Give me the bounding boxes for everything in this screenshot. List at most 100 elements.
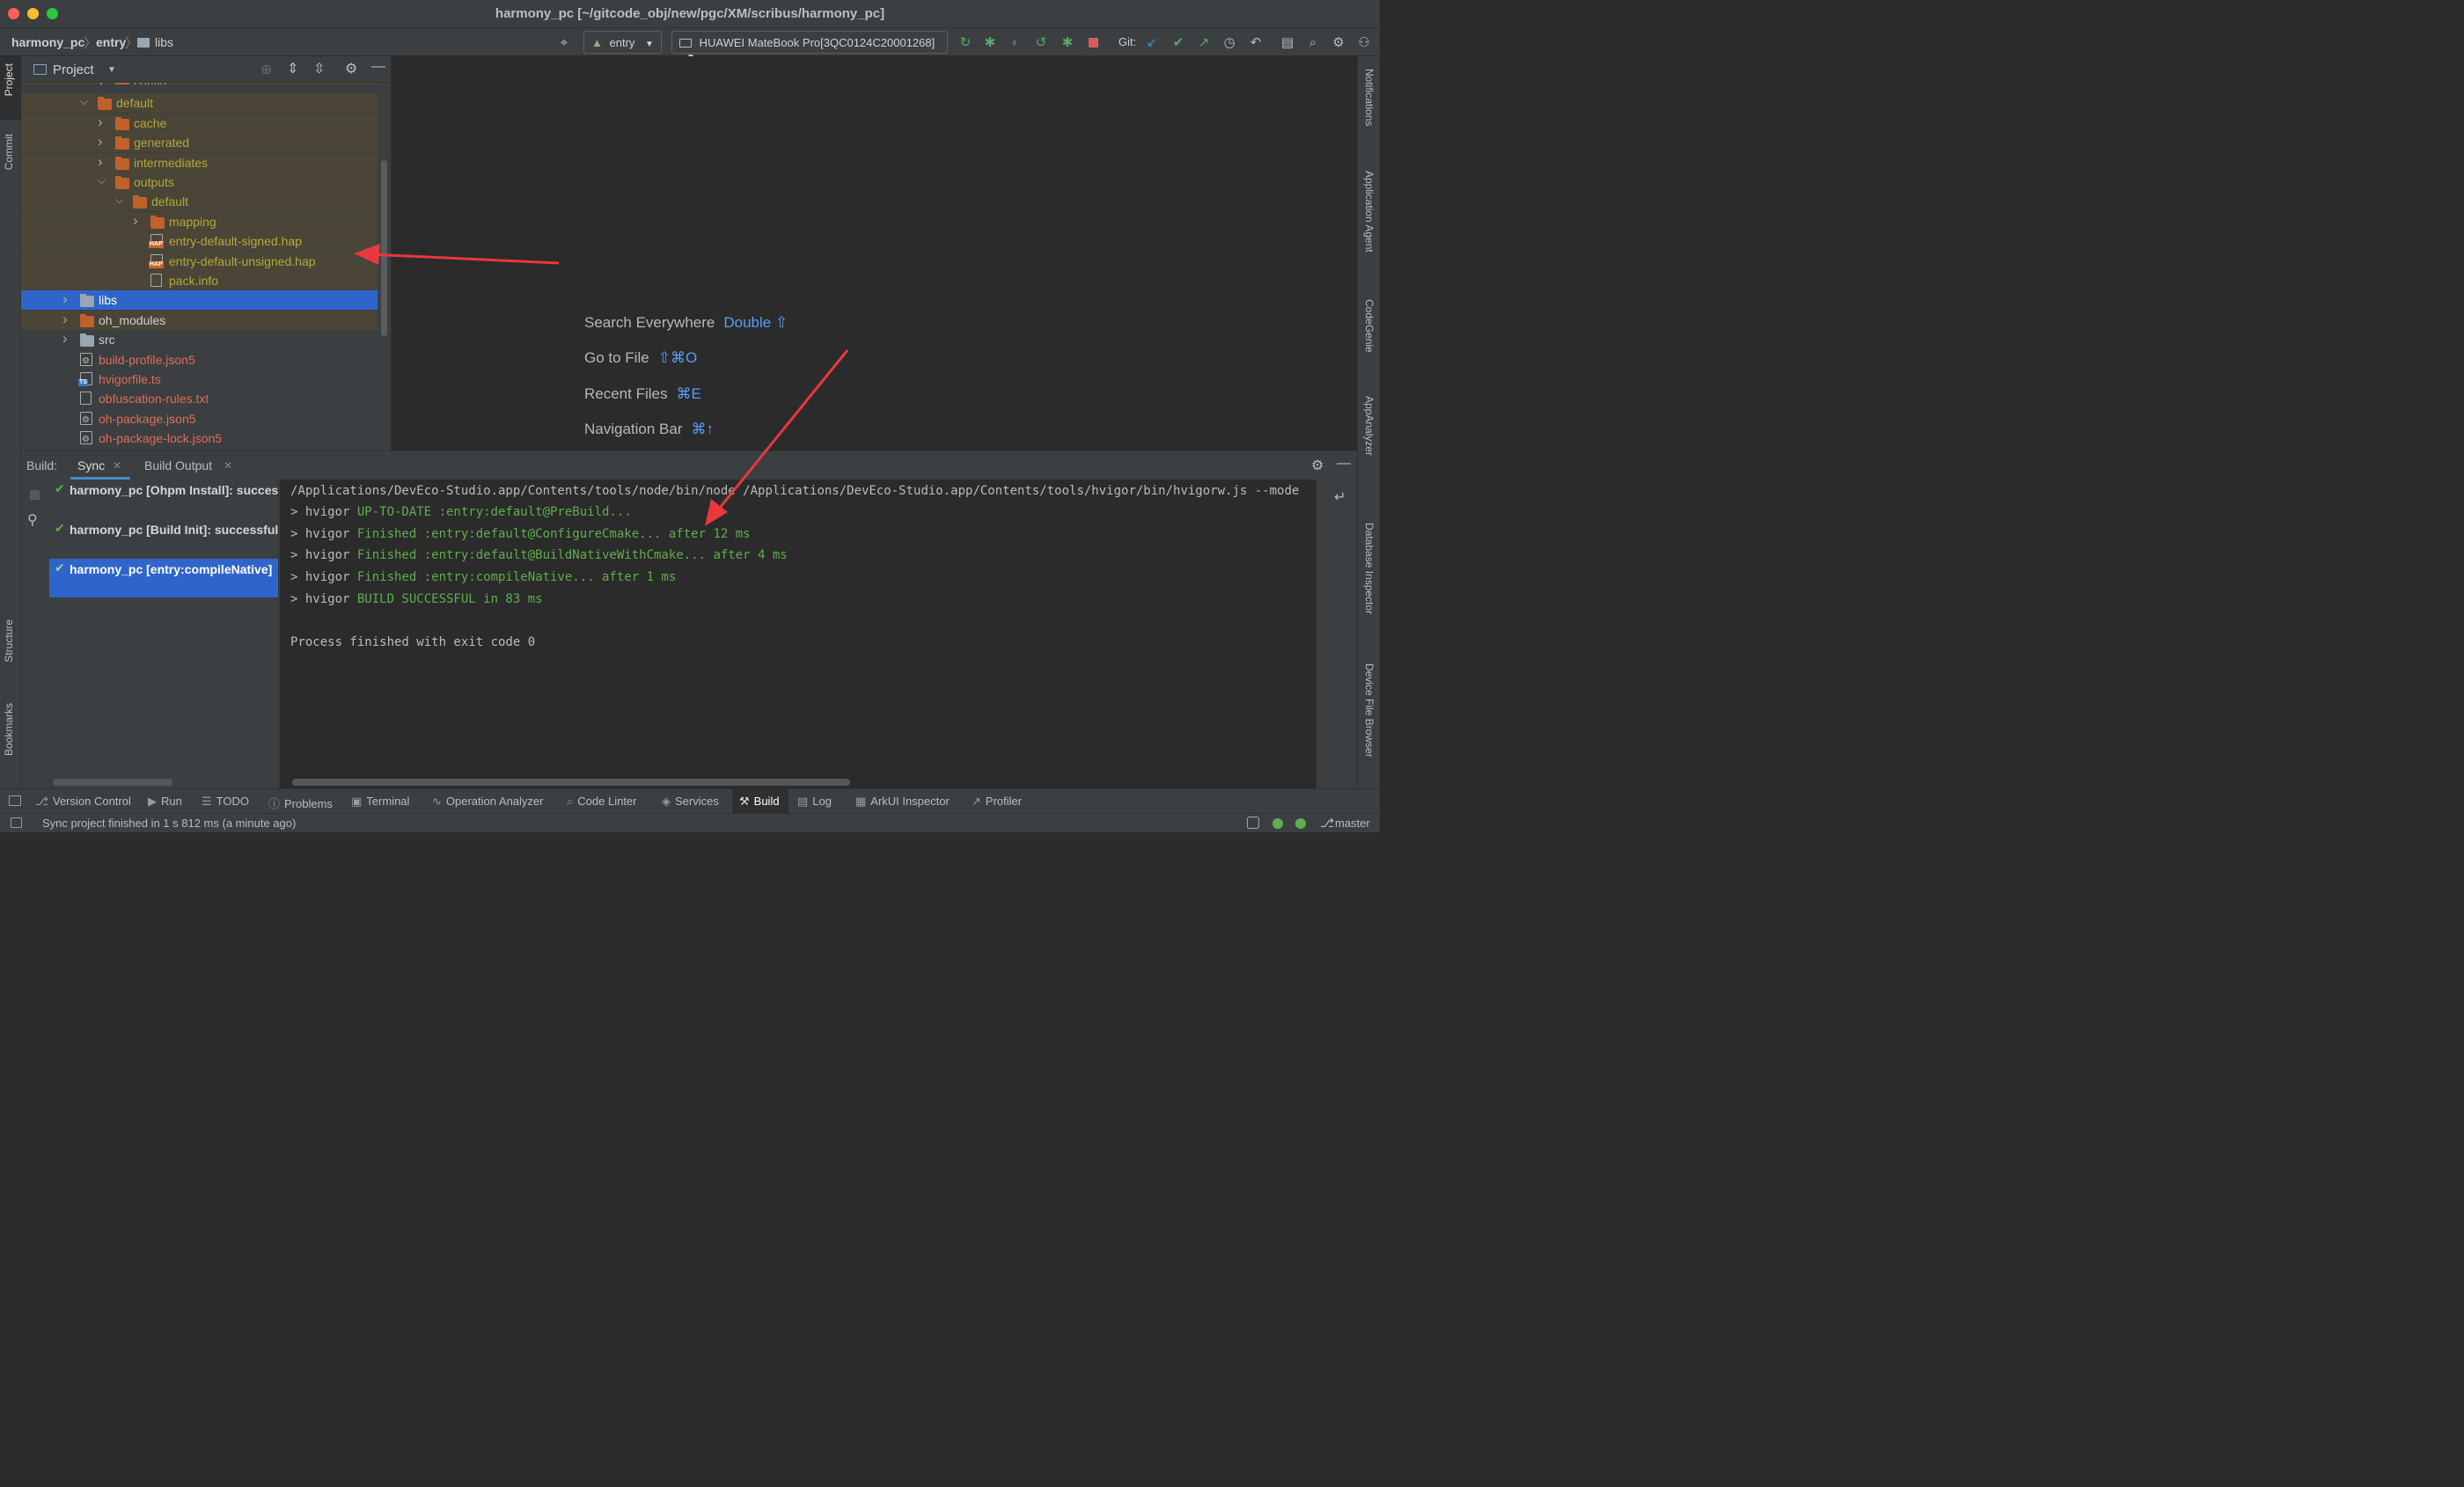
status-message[interactable]: Sync project finished in 1 s 812 ms (a m… (42, 817, 296, 830)
breadcrumb-folder[interactable]: libs (155, 35, 173, 49)
tab-arkui-inspector[interactable]: ▦ ArkUI Inspector (855, 795, 950, 809)
git-push-icon[interactable]: ↗ (1196, 34, 1212, 50)
gear-icon[interactable]: ⚙ (1331, 34, 1346, 50)
breadcrumb-module[interactable]: entry (96, 35, 126, 49)
tree-item-oh-modules[interactable]: › oh_modules (21, 310, 378, 330)
chevron-right-icon[interactable]: › (133, 211, 143, 231)
tree-item-libs[interactable]: › libs (21, 289, 378, 311)
search-icon[interactable]: ⌕ (1305, 34, 1321, 50)
tab-services[interactable]: ◈ Services (662, 795, 719, 809)
tree-item-default[interactable]: ⌵ default (21, 92, 378, 114)
rollback-icon[interactable]: ↶ (1248, 34, 1264, 50)
project-view-select[interactable]: Project (53, 62, 94, 77)
hide-panel-icon[interactable]: — (371, 59, 385, 75)
codegenie-tool-label[interactable]: CodeGenie (1363, 299, 1375, 353)
status-panel-icon[interactable] (11, 817, 22, 828)
collapse-all-icon[interactable]: ⇳ (313, 60, 325, 77)
rerun-icon[interactable]: ↻ (957, 34, 973, 50)
panel-toggle-icon[interactable] (9, 795, 21, 806)
expand-all-icon[interactable]: ⇕ (287, 60, 298, 77)
tree-item-pack-info[interactable]: pack.info (21, 271, 378, 290)
chevron-right-icon[interactable]: › (62, 310, 73, 329)
tree-item-build-profile-json5[interactable]: ⚙ build-profile.json5 (21, 350, 378, 370)
chevron-right-icon[interactable]: › (62, 289, 73, 309)
database-inspector-tool-label[interactable]: Database Inspector (1363, 523, 1375, 614)
project-structure-icon[interactable]: ▤ (1280, 34, 1295, 50)
device-file-browser-tool-label[interactable]: Device File Browser (1363, 663, 1375, 758)
tree-item-mapping[interactable]: › mapping (21, 211, 378, 231)
locate-target-icon[interactable]: ⌖ (556, 34, 572, 50)
apply-changes-icon[interactable]: ↺ (1033, 34, 1049, 50)
chevron-right-icon[interactable]: › (98, 83, 108, 84)
build-tree-scrollbar[interactable] (53, 779, 172, 786)
git-update-icon[interactable]: ↙ (1144, 34, 1160, 50)
tree-item-config[interactable]: › config (21, 83, 378, 84)
tab-code-linter[interactable]: ⌕ Code Linter (567, 795, 637, 809)
build-tree-item[interactable]: ✔ harmony_pc [Ohpm Install]: successful (49, 480, 278, 518)
chevron-right-icon[interactable]: › (98, 152, 108, 172)
gear-icon[interactable]: ⚙ (1311, 457, 1324, 474)
tree-item-outputs[interactable]: ⌵ outputs (21, 172, 378, 192)
chevron-down-icon[interactable]: ▼ (107, 65, 116, 75)
select-opened-file-icon[interactable]: ⊕ (260, 61, 272, 78)
console-scrollbar[interactable] (292, 779, 850, 786)
stop-icon[interactable] (30, 490, 40, 500)
codegenie-status-icon[interactable] (1247, 817, 1259, 829)
chevron-down-icon[interactable]: ⌵ (98, 171, 108, 190)
tree-item-obfuscation-rules-txt[interactable]: obfuscation-rules.txt (21, 389, 378, 408)
tree-item-cache[interactable]: › cache (21, 113, 378, 133)
run-config-select[interactable]: ▲ entry ▼ (583, 31, 662, 54)
gear-icon[interactable]: ⚙ (345, 60, 357, 77)
attach-debugger-icon[interactable]: ◐ (1008, 34, 1023, 50)
git-commit-icon[interactable]: ✔ (1170, 34, 1186, 50)
debug-icon[interactable]: ✱ (982, 34, 998, 50)
tab-version-control[interactable]: ⎇ Version Control (35, 795, 131, 809)
tab-problems[interactable]: ⓘ Problems (268, 795, 333, 811)
tree-item-entry-default-signed-hap[interactable]: HAP entry-default-signed.hap (21, 231, 378, 252)
soft-wrap-icon[interactable]: ↵ (1334, 488, 1346, 506)
tab-sync[interactable]: Sync ✕ (70, 451, 130, 480)
tree-item-oh-package-lock-json5[interactable]: ⚙ oh-package-lock.json5 (21, 429, 378, 448)
chevron-down-icon[interactable]: ⌵ (115, 190, 126, 209)
tree-item-default[interactable]: ⌵ default (21, 190, 378, 212)
notifications-tool-label[interactable]: Notifications (1363, 69, 1375, 126)
build-tree-item-selected[interactable]: ✔ harmony_pc [entry:compileNative] (49, 559, 278, 597)
project-tree-scrollbar[interactable] (381, 160, 387, 336)
structure-tool-label[interactable]: Structure (3, 619, 15, 663)
build-tree-item[interactable]: ✔ harmony_pc [Build Init]: successful (49, 519, 278, 558)
appanalyzer-tool-label[interactable]: AppAnalyzer (1363, 396, 1375, 456)
tree-item-intermediates[interactable]: › intermediates (21, 152, 378, 172)
tab-log[interactable]: ▤ Log (797, 795, 832, 809)
chevron-right-icon[interactable]: › (98, 132, 108, 151)
close-icon[interactable]: ✕ (224, 459, 232, 472)
tab-operation-analyzer[interactable]: ∿ Operation Analyzer (432, 795, 543, 809)
chevron-right-icon[interactable]: › (62, 329, 73, 348)
tab-terminal[interactable]: ▣ Terminal (351, 795, 409, 809)
commit-tool-label[interactable]: Commit (3, 134, 15, 170)
status-dot-icon[interactable] (1272, 818, 1283, 829)
git-branch[interactable]: master (1335, 817, 1370, 830)
tab-todo[interactable]: ☰ TODO (202, 795, 249, 809)
tab-profiler[interactable]: ↗ Profiler (972, 795, 1022, 809)
bookmarks-tool-label[interactable]: Bookmarks (3, 703, 15, 756)
hide-panel-icon[interactable]: — (1337, 456, 1351, 472)
tab-build[interactable]: ⚒ Build (739, 795, 780, 809)
history-icon[interactable]: ◷ (1221, 34, 1237, 50)
tab-build-output[interactable]: Build Output ✕ (137, 451, 236, 480)
device-select[interactable]: HUAWEI MateBook Pro[3QC0124C20001268] ▼ (671, 31, 948, 62)
chevron-down-icon[interactable]: ⌵ (80, 92, 91, 111)
breadcrumb-project[interactable]: harmony_pc (11, 35, 84, 49)
pin-icon[interactable]: ⚲ (27, 511, 38, 529)
chevron-right-icon[interactable]: › (98, 113, 108, 132)
tab-run[interactable]: ▶ Run (148, 795, 182, 809)
tree-item-src[interactable]: › src (21, 330, 378, 349)
close-icon[interactable]: ✕ (113, 459, 121, 472)
tree-item-oh-package-json5[interactable]: ⚙ oh-package.json5 (21, 409, 378, 429)
account-icon[interactable]: ⚇ (1356, 34, 1372, 50)
status-dot-icon[interactable] (1295, 818, 1306, 829)
profile-debug-icon[interactable]: ✱ (1060, 34, 1075, 50)
application-agent-tool-label[interactable]: Application Agent (1363, 171, 1375, 253)
tree-item-hvigorfile-ts[interactable]: TS hvigorfile.ts (21, 370, 378, 389)
tree-item-entry-default-unsigned-hap[interactable]: HAP entry-default-unsigned.hap (21, 251, 378, 271)
stop-icon[interactable] (1085, 34, 1101, 50)
